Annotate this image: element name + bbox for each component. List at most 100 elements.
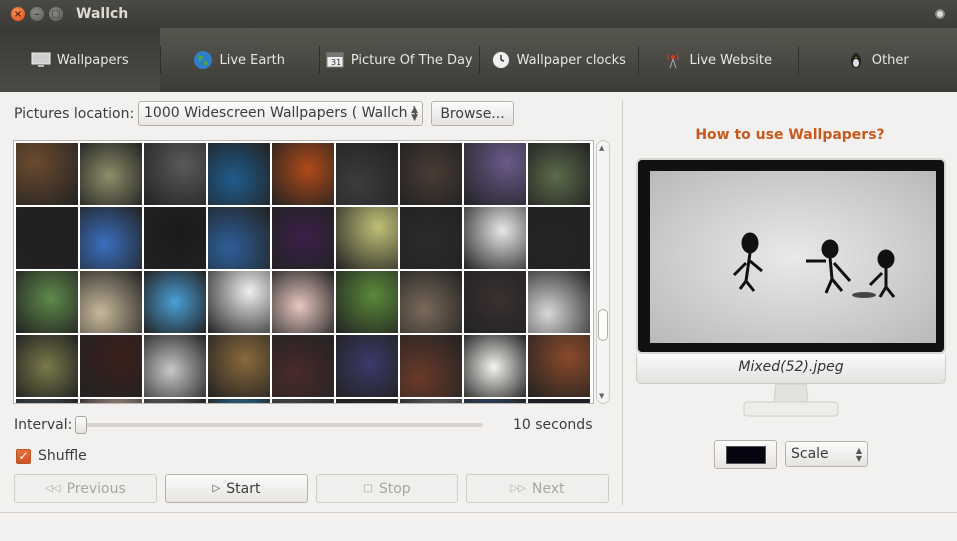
indicator-icon	[935, 9, 945, 19]
wallpaper-thumbnail[interactable]	[528, 271, 590, 333]
shuffle-label: Shuffle	[38, 448, 87, 464]
minimize-window-button[interactable]: –	[30, 7, 44, 21]
wallpaper-thumbnail[interactable]	[464, 399, 526, 403]
wallpaper-thumbnail[interactable]	[464, 335, 526, 397]
next-label: Next	[531, 480, 565, 497]
wallpaper-thumbnail[interactable]	[144, 143, 206, 205]
wallpaper-thumbnail[interactable]	[208, 335, 270, 397]
status-bar	[0, 512, 957, 541]
previous-label: Previous	[66, 480, 126, 497]
interval-slider-track[interactable]	[78, 423, 483, 427]
play-icon: ▷	[212, 483, 221, 494]
wallpaper-thumbnail[interactable]	[528, 207, 590, 269]
wallpaper-thumbnail[interactable]	[272, 335, 334, 397]
wallpaper-thumbnail[interactable]	[400, 207, 462, 269]
wallpaper-thumbnail[interactable]	[336, 399, 398, 403]
how-to-use-link[interactable]: How to use Wallpapers?	[623, 127, 957, 143]
start-button[interactable]: ▷ Start	[165, 474, 308, 503]
wallpaper-thumbnail[interactable]	[16, 271, 78, 333]
wallpaper-thumbnail[interactable]	[272, 143, 334, 205]
wallpaper-thumbnail[interactable]	[528, 335, 590, 397]
wallpaper-thumbnail[interactable]	[80, 335, 142, 397]
tab-label: Other	[871, 52, 909, 68]
previous-button[interactable]: ◁◁ Previous	[14, 474, 157, 503]
wallpaper-thumbnail[interactable]	[208, 271, 270, 333]
rewind-icon: ◁◁	[45, 483, 61, 494]
tab-bar: Wallpapers Live Earth 31 Picture Of The …	[0, 28, 957, 92]
tab-label: Picture Of The Day	[350, 52, 473, 68]
interval-slider-handle[interactable]	[75, 416, 87, 434]
window-title: Wallch	[76, 6, 129, 22]
wallpaper-thumbnail[interactable]	[336, 143, 398, 205]
start-label: Start	[226, 480, 261, 497]
wallpaper-thumbnail[interactable]	[400, 335, 462, 397]
stop-button[interactable]: □ Stop	[316, 474, 458, 503]
wallpaper-thumbnail[interactable]	[464, 271, 526, 333]
tab-wallpapers[interactable]: Wallpapers	[0, 28, 160, 92]
wallpaper-preview-image	[650, 171, 936, 343]
pictures-location-value: 1000 Widescreen Wallpapers ( Wallch )	[144, 105, 418, 121]
tab-other[interactable]: Other	[797, 28, 957, 92]
wallpaper-thumbnail[interactable]	[80, 271, 142, 333]
wallpaper-thumbnail[interactable]	[272, 399, 334, 403]
wallpaper-thumbnail[interactable]	[272, 207, 334, 269]
penguin-icon	[846, 50, 866, 70]
shuffle-checkbox[interactable]: ✓	[16, 449, 31, 464]
wallpaper-thumbnail[interactable]	[400, 399, 462, 403]
wallpaper-thumbnail[interactable]	[16, 207, 78, 269]
tab-live-earth[interactable]: Live Earth	[159, 28, 320, 92]
wallpaper-thumbnail[interactable]	[336, 207, 398, 269]
preview-filename: Mixed(52).jpeg	[636, 354, 946, 384]
maximize-window-button[interactable]: □	[49, 7, 63, 21]
wallpapers-panel: Pictures location: 1000 Widescreen Wallp…	[0, 92, 622, 512]
scrollbar-handle[interactable]	[598, 309, 608, 341]
tab-wallpaper-clocks[interactable]: Wallpaper clocks	[478, 28, 639, 92]
wallpaper-thumbnail[interactable]	[80, 143, 142, 205]
wallpaper-thumbnail[interactable]	[272, 271, 334, 333]
wallpaper-thumbnail[interactable]	[464, 143, 526, 205]
tab-label: Live Earth	[219, 52, 286, 68]
scroll-up-icon[interactable]: ▲	[599, 144, 604, 152]
pictures-location-label: Pictures location:	[14, 106, 135, 122]
tab-live-website[interactable]: Live Website	[638, 28, 798, 92]
main-panel: Pictures location: 1000 Widescreen Wallp…	[0, 92, 957, 512]
thumbnail-grid[interactable]	[13, 140, 594, 404]
wallpaper-thumbnail[interactable]	[80, 399, 142, 403]
scroll-down-icon[interactable]: ▼	[599, 392, 604, 400]
svg-text:31: 31	[331, 58, 341, 67]
wallpaper-thumbnail[interactable]	[144, 271, 206, 333]
combo-arrows-icon: ▲ ▼	[855, 446, 862, 463]
wallpaper-thumbnail[interactable]	[336, 271, 398, 333]
wallpaper-thumbnail[interactable]	[144, 335, 206, 397]
calendar-icon: 31	[325, 50, 345, 70]
pictures-location-combobox[interactable]: 1000 Widescreen Wallpapers ( Wallch ) ▲ ▼	[138, 101, 423, 126]
interval-label: Interval:	[14, 417, 73, 433]
tab-label: Wallpapers	[56, 52, 129, 68]
wallpaper-thumbnail[interactable]	[336, 335, 398, 397]
wallpaper-thumbnail[interactable]	[528, 399, 590, 403]
wallpaper-thumbnail[interactable]	[144, 207, 206, 269]
wallpaper-thumbnail[interactable]	[16, 399, 78, 403]
wallpaper-thumbnail[interactable]	[208, 143, 270, 205]
wallpaper-thumbnail[interactable]	[400, 271, 462, 333]
scaling-mode-combobox[interactable]: Scale ▲ ▼	[785, 441, 868, 467]
wallpaper-thumbnail[interactable]	[80, 207, 142, 269]
background-color-button[interactable]	[714, 440, 777, 469]
close-window-button[interactable]: ×	[11, 7, 25, 21]
wallpaper-thumbnail[interactable]	[16, 335, 78, 397]
browse-button[interactable]: Browse...	[431, 101, 514, 126]
wallpaper-thumbnail[interactable]	[208, 207, 270, 269]
monitor-preview	[636, 158, 946, 354]
background-color-swatch	[725, 445, 766, 464]
tab-picture-of-the-day[interactable]: 31 Picture Of The Day	[319, 28, 479, 92]
wallpaper-thumbnail[interactable]	[528, 143, 590, 205]
thumbnail-scrollbar[interactable]: ▲ ▼	[596, 140, 610, 404]
wallpaper-thumbnail[interactable]	[144, 399, 206, 403]
stop-icon: □	[363, 483, 373, 494]
wallpaper-thumbnail[interactable]	[208, 399, 270, 403]
wallpaper-thumbnail[interactable]	[400, 143, 462, 205]
wallpaper-thumbnail[interactable]	[16, 143, 78, 205]
stop-label: Stop	[378, 480, 411, 497]
next-button[interactable]: ▷▷ Next	[466, 474, 609, 503]
wallpaper-thumbnail[interactable]	[464, 207, 526, 269]
